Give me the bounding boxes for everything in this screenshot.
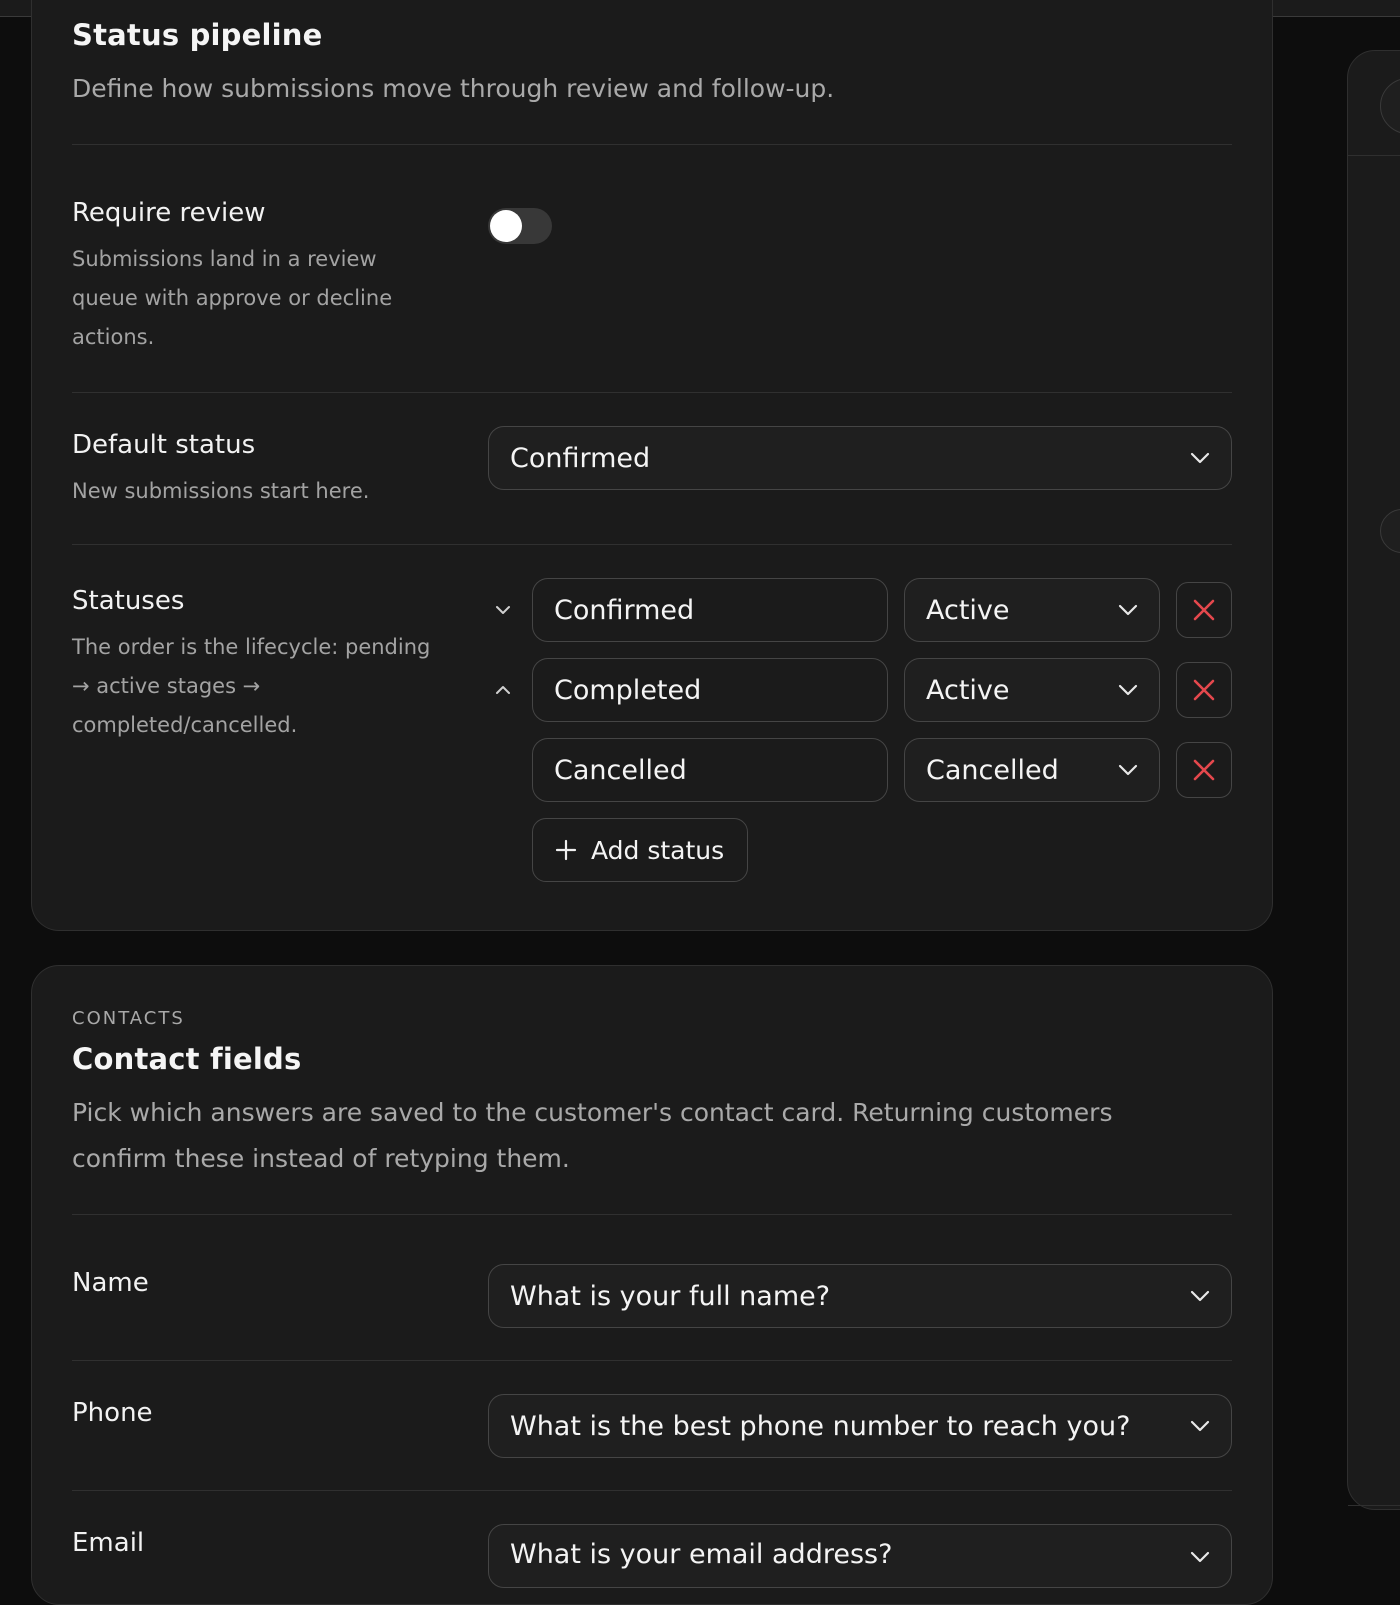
divider <box>72 1490 1232 1491</box>
divider <box>72 544 1232 545</box>
status-name-input[interactable]: Completed <box>532 658 888 722</box>
chevron-down-icon <box>1190 1290 1210 1302</box>
contact-field-label: Phone <box>72 1398 153 1428</box>
divider <box>72 392 1232 393</box>
plus-icon <box>555 839 577 861</box>
chevron-down-icon <box>1190 1420 1210 1432</box>
side-panel-button[interactable] <box>1380 78 1400 134</box>
require-review-toggle[interactable] <box>488 208 552 244</box>
add-status-button[interactable]: Add status <box>532 818 748 882</box>
move-down-button[interactable] <box>490 597 516 623</box>
section-title: Status pipeline <box>72 18 323 52</box>
statuses-label: Statuses <box>72 586 185 616</box>
close-icon <box>1193 759 1215 781</box>
contact-field-select[interactable]: What is your email address? <box>488 1524 1232 1588</box>
section-title: Contact fields <box>72 1042 302 1076</box>
section-subtitle: Pick which answers are saved to the cust… <box>72 1098 1113 1173</box>
side-panel <box>1347 50 1400 1510</box>
require-review-label: Require review <box>72 198 266 228</box>
default-status-select[interactable]: Confirmed <box>488 426 1232 490</box>
chevron-down-icon <box>1118 764 1138 776</box>
status-type-select[interactable]: Active <box>904 658 1160 722</box>
chevron-down-icon <box>1190 1551 1210 1563</box>
divider <box>72 144 1232 145</box>
chevron-down-icon <box>496 606 510 614</box>
section-subtitle: Define how submissions move through revi… <box>72 74 835 103</box>
close-icon <box>1193 599 1215 621</box>
move-up-button[interactable] <box>490 677 516 703</box>
remove-status-button[interactable] <box>1176 662 1232 718</box>
contact-field-label: Email <box>72 1528 145 1558</box>
contact-field-label: Name <box>72 1268 149 1298</box>
status-name-input[interactable]: Cancelled <box>532 738 888 802</box>
default-status-label: Default status <box>72 430 256 460</box>
remove-status-button[interactable] <box>1176 582 1232 638</box>
toggle-knob <box>490 210 522 242</box>
chevron-up-icon <box>496 686 510 694</box>
divider <box>72 1360 1232 1361</box>
default-status-value: Confirmed <box>510 442 651 474</box>
side-panel-button[interactable] <box>1380 509 1400 553</box>
require-review-description: Submissions land in a review queue with … <box>72 247 393 349</box>
chevron-down-icon <box>1190 452 1210 464</box>
remove-status-button[interactable] <box>1176 742 1232 798</box>
status-type-select[interactable]: Active <box>904 578 1160 642</box>
contact-field-select[interactable]: What is the best phone number to reach y… <box>488 1394 1232 1458</box>
contact-field-select[interactable]: What is your full name? <box>488 1264 1232 1328</box>
divider <box>72 1214 1232 1215</box>
status-type-select[interactable]: Cancelled <box>904 738 1160 802</box>
default-status-description: New submissions start here. <box>72 479 370 503</box>
chevron-down-icon <box>1118 604 1138 616</box>
status-name-input[interactable]: Confirmed <box>532 578 888 642</box>
close-icon <box>1193 679 1215 701</box>
statuses-description: The order is the lifecycle: pending → ac… <box>72 635 431 737</box>
section-eyebrow: CONTACTS <box>72 1008 185 1029</box>
chevron-down-icon <box>1118 684 1138 696</box>
